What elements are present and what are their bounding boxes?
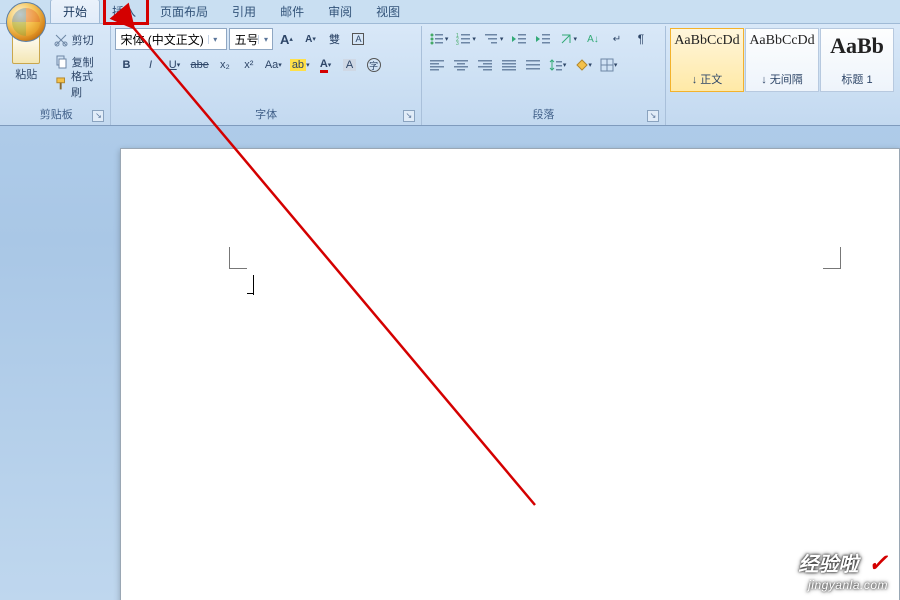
chevron-down-icon[interactable]: ▾ bbox=[208, 35, 222, 44]
distributed-button[interactable] bbox=[522, 54, 544, 76]
tab-view[interactable]: 视图 bbox=[364, 0, 412, 23]
group-styles: AaBbCcDd ↓ 正文 AaBbCcDd ↓ 无间隔 AaBb 标题 1 bbox=[666, 26, 898, 125]
document-area[interactable] bbox=[0, 128, 900, 600]
bucket-icon bbox=[574, 58, 588, 72]
multilevel-icon bbox=[484, 32, 500, 46]
italic-button[interactable]: I bbox=[139, 54, 161, 76]
clipboard-launcher[interactable]: ↘ bbox=[92, 110, 104, 122]
align-right-button[interactable] bbox=[474, 54, 496, 76]
shrink-font-button[interactable]: A▾ bbox=[299, 28, 321, 50]
tab-mailings[interactable]: 邮件 bbox=[268, 0, 316, 23]
align-justify-button[interactable] bbox=[498, 54, 520, 76]
style-card-heading1[interactable]: AaBb 标题 1 bbox=[820, 28, 894, 92]
change-case-button[interactable]: Aa▾ bbox=[262, 54, 285, 76]
style-label: ↓ 无间隔 bbox=[761, 71, 803, 87]
align-center-icon bbox=[454, 59, 468, 71]
margin-mark-tl bbox=[229, 247, 247, 269]
font-size-value: 五号 bbox=[230, 31, 258, 48]
font-size-combo[interactable]: 五号 ▾ bbox=[229, 28, 273, 50]
tab-review[interactable]: 审阅 bbox=[316, 0, 364, 23]
font-launcher[interactable]: ↘ bbox=[403, 110, 415, 122]
char-shading-button[interactable]: A bbox=[339, 54, 361, 76]
style-sample: AaBbCcDd bbox=[749, 33, 814, 49]
text-highlight-button[interactable]: ab▾ bbox=[287, 54, 313, 76]
document-page[interactable] bbox=[120, 148, 900, 600]
ribbon: 粘贴 剪切 复制 bbox=[0, 24, 900, 126]
align-left-icon bbox=[430, 59, 444, 71]
line-spacing-button[interactable]: ▾ bbox=[546, 54, 570, 76]
underline-button[interactable]: U▾ bbox=[163, 54, 185, 76]
outdent-icon bbox=[511, 32, 527, 46]
enclose-char-button[interactable]: 字 bbox=[363, 54, 385, 76]
distributed-icon bbox=[526, 59, 540, 71]
scissors-icon bbox=[54, 33, 68, 47]
align-center-button[interactable] bbox=[450, 54, 472, 76]
tab-home[interactable]: 开始 bbox=[50, 0, 100, 23]
group-label-font: 字体 ↘ bbox=[115, 104, 416, 125]
tab-insert[interactable]: 插入 bbox=[100, 0, 148, 23]
group-font: 宋体 (中文正文) ▾ 五号 ▾ A▴ A▾ 雙 A B I U▾ abe x₂… bbox=[111, 26, 421, 125]
cut-button[interactable]: 剪切 bbox=[50, 30, 107, 50]
bullets-icon bbox=[429, 32, 445, 46]
chevron-down-icon[interactable]: ▾ bbox=[258, 35, 272, 44]
paste-label: 粘贴 bbox=[15, 66, 37, 82]
font-family-combo[interactable]: 宋体 (中文正文) ▾ bbox=[115, 28, 227, 50]
font-color-button[interactable]: A▾ bbox=[315, 54, 337, 76]
indent-icon bbox=[535, 32, 551, 46]
superscript-button[interactable]: x² bbox=[238, 54, 260, 76]
sort-button[interactable]: A↓ bbox=[582, 28, 604, 50]
strikethrough-button[interactable]: abe bbox=[187, 54, 211, 76]
asian-layout-icon bbox=[559, 32, 573, 46]
align-left-button[interactable] bbox=[426, 54, 448, 76]
style-label: ↓ 正文 bbox=[692, 71, 723, 87]
bold-button[interactable]: B bbox=[115, 54, 137, 76]
multilevel-list-button[interactable]: ▾ bbox=[481, 28, 507, 50]
text-cursor bbox=[253, 275, 254, 295]
group-paragraph: ▾ 123▾ ▾ ▾ A↓ ↵ ¶ ▾ ▾ ▾ 段落 bbox=[422, 26, 666, 125]
numbering-icon: 123 bbox=[456, 32, 472, 46]
style-sample: AaBb bbox=[830, 33, 884, 59]
group-label-clipboard: 剪贴板 ↘ bbox=[6, 104, 106, 125]
cut-label: 剪切 bbox=[72, 32, 94, 48]
style-sample: AaBbCcDd bbox=[674, 33, 739, 49]
ribbon-tabs: 开始 插入 页面布局 引用 邮件 审阅 视图 bbox=[0, 0, 900, 24]
style-card-no-spacing[interactable]: AaBbCcDd ↓ 无间隔 bbox=[745, 28, 819, 92]
line-spacing-icon bbox=[549, 58, 563, 72]
tab-references[interactable]: 引用 bbox=[220, 0, 268, 23]
asian-layout-button[interactable]: ▾ bbox=[556, 28, 580, 50]
show-marks-button[interactable]: ↵ bbox=[606, 28, 628, 50]
show-paragraph-button[interactable]: ¶ bbox=[630, 28, 652, 50]
svg-text:3: 3 bbox=[456, 41, 459, 46]
paragraph-launcher[interactable]: ↘ bbox=[647, 110, 659, 122]
increase-indent-button[interactable] bbox=[532, 28, 554, 50]
copy-icon bbox=[54, 55, 68, 69]
paintbrush-icon bbox=[54, 77, 67, 91]
grow-font-button[interactable]: A▴ bbox=[275, 28, 297, 50]
office-button[interactable] bbox=[6, 2, 46, 42]
margin-mark-tr bbox=[823, 247, 841, 269]
group-label-paragraph: 段落 ↘ bbox=[426, 104, 661, 125]
tab-page-layout[interactable]: 页面布局 bbox=[148, 0, 220, 23]
format-painter-button[interactable]: 格式刷 bbox=[50, 74, 107, 94]
borders-icon bbox=[600, 58, 614, 72]
style-label: 标题 1 bbox=[841, 71, 872, 87]
numbering-button[interactable]: 123▾ bbox=[453, 28, 479, 50]
decrease-indent-button[interactable] bbox=[508, 28, 530, 50]
borders-button[interactable]: ▾ bbox=[597, 54, 621, 76]
align-right-icon bbox=[478, 59, 492, 71]
subscript-button[interactable]: x₂ bbox=[214, 54, 236, 76]
style-card-normal[interactable]: AaBbCcDd ↓ 正文 bbox=[670, 28, 744, 92]
char-border-button[interactable]: A bbox=[347, 28, 369, 50]
format-painter-label: 格式刷 bbox=[71, 68, 103, 100]
bullets-button[interactable]: ▾ bbox=[426, 28, 452, 50]
phonetic-guide-button[interactable]: 雙 bbox=[323, 28, 345, 50]
font-family-value: 宋体 (中文正文) bbox=[116, 31, 207, 48]
align-justify-icon bbox=[502, 59, 516, 71]
shading-button[interactable]: ▾ bbox=[571, 54, 595, 76]
